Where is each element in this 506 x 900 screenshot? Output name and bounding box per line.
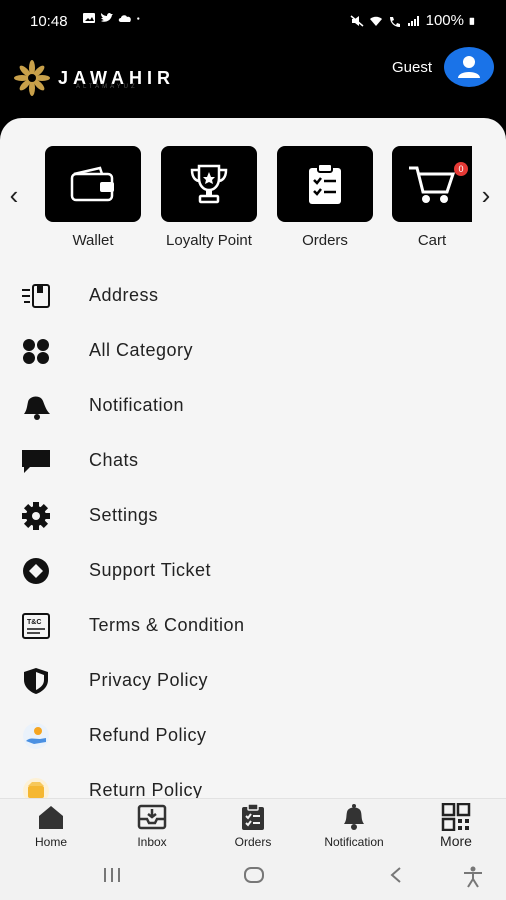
- nav-notification[interactable]: Notification: [309, 803, 399, 849]
- bell-icon: [18, 391, 54, 421]
- menu-label: Return Policy: [89, 780, 203, 798]
- address-icon: [18, 281, 54, 311]
- menu-item-chats[interactable]: Chats: [0, 433, 506, 488]
- cart-icon: [409, 166, 456, 203]
- shortcut-label: Cart: [417, 232, 447, 249]
- app-header: JAWAHIR ALTAMAYUZ Guest: [0, 44, 506, 124]
- clipboard-icon: [309, 163, 341, 204]
- user-icon: [458, 56, 480, 78]
- logo-mark-icon: [14, 60, 50, 96]
- cloud-icon: [118, 15, 131, 22]
- nav-label: More: [440, 833, 472, 849]
- return-icon: [18, 776, 54, 798]
- terms-icon: T&C: [18, 611, 54, 641]
- refund-icon: [18, 721, 54, 751]
- bell-icon: [309, 803, 399, 831]
- menu-label: Refund Policy: [89, 725, 207, 745]
- menu-item-support-ticket[interactable]: Support Ticket: [0, 543, 506, 598]
- menu-label: Support Ticket: [89, 560, 212, 580]
- menu-label: Chats: [89, 450, 139, 470]
- nav-label: Home: [34, 835, 67, 849]
- menu-item-all-category[interactable]: All Category: [0, 323, 506, 378]
- call-icon: [389, 16, 400, 27]
- nav-home[interactable]: Home: [6, 803, 96, 849]
- shortcut-cart[interactable]: 0 Cart: [392, 146, 472, 249]
- nav-orders[interactable]: Orders: [208, 803, 298, 849]
- menu-item-terms-condition[interactable]: T&C Terms & Condition: [0, 598, 506, 653]
- menu-label: Privacy Policy: [89, 670, 209, 690]
- nav-inbox[interactable]: Inbox: [107, 803, 197, 849]
- shortcut-tile: 0: [392, 146, 472, 222]
- battery-percent: 100%: [425, 12, 464, 29]
- shortcut-label: Wallet: [72, 232, 114, 249]
- back-button[interactable]: [388, 866, 404, 884]
- svg-text:T&C: T&C: [27, 619, 41, 626]
- brand-subtitle: ALTAMAYUZ: [76, 84, 138, 90]
- menu-label: Address: [89, 285, 159, 305]
- gear-icon: [18, 501, 54, 531]
- accessibility-icon[interactable]: [462, 866, 484, 888]
- twitter-icon: [101, 12, 113, 22]
- menu-item-refund-policy[interactable]: Refund Policy: [0, 708, 506, 763]
- menu-list: Address All Category Notification Chats: [0, 268, 506, 798]
- chat-icon: [18, 446, 54, 476]
- ticket-icon: [18, 556, 54, 586]
- status-right: 100%: [350, 12, 478, 29]
- wallet-icon: [70, 166, 114, 202]
- battery-icon: [469, 17, 475, 25]
- menu-item-return-policy[interactable]: Return Policy: [0, 763, 506, 798]
- home-button[interactable]: [243, 866, 265, 884]
- signal-icon: [407, 15, 419, 26]
- orders-icon: [208, 803, 298, 831]
- inbox-icon: [107, 803, 197, 831]
- avatar-button[interactable]: [444, 47, 494, 87]
- wifi-icon: [369, 16, 382, 26]
- menu-label: Settings: [89, 505, 159, 525]
- carousel-prev-button[interactable]: ‹: [2, 180, 26, 211]
- nav-label: Orders: [234, 835, 272, 849]
- nav-label: Notification: [324, 835, 384, 849]
- system-nav-bar: [0, 854, 506, 900]
- brand-logo[interactable]: JAWAHIR: [14, 60, 175, 96]
- shortcut-loyalty-point[interactable]: Loyalty Point: [161, 146, 257, 249]
- carousel-next-button[interactable]: ›: [474, 180, 498, 211]
- mute-icon: [350, 14, 364, 27]
- guest-label: Guest: [391, 59, 432, 76]
- dot-icon: [137, 17, 140, 20]
- shortcut-tile: [45, 146, 141, 222]
- shortcut-label: Loyalty Point: [166, 232, 252, 249]
- menu-item-settings[interactable]: Settings: [0, 488, 506, 543]
- menu-item-address[interactable]: Address: [0, 268, 506, 323]
- menu-label: Notification: [89, 395, 185, 415]
- home-icon: [6, 803, 96, 831]
- shortcut-label: Orders: [302, 232, 348, 249]
- gallery-icon: [83, 13, 95, 23]
- trophy-icon: [190, 164, 228, 204]
- recent-apps-button[interactable]: [102, 866, 122, 884]
- shield-icon: [18, 666, 54, 696]
- menu-item-notification[interactable]: Notification: [0, 378, 506, 433]
- status-time: 10:48: [30, 13, 68, 30]
- shortcut-tile: [161, 146, 257, 222]
- shortcut-orders[interactable]: Orders: [277, 146, 373, 249]
- menu-label: Terms & Condition: [89, 615, 245, 635]
- category-icon: [18, 336, 54, 366]
- status-notification-icons: [82, 12, 144, 24]
- nav-more[interactable]: More: [411, 803, 501, 849]
- status-bar: 10:48 100%: [0, 0, 506, 44]
- shortcut-wallet[interactable]: Wallet: [45, 146, 141, 249]
- menu-item-privacy-policy[interactable]: Privacy Policy: [0, 653, 506, 708]
- menu-label: All Category: [89, 340, 194, 360]
- bottom-nav: Home Inbox Orders Notification More: [0, 798, 506, 854]
- nav-label: Inbox: [137, 835, 167, 849]
- shortcut-carousel: ‹ Wallet Loyalty Point Orders 0 Cart ›: [0, 144, 506, 254]
- shortcut-tile: [277, 146, 373, 222]
- qr-icon: [411, 803, 501, 831]
- cart-count-badge: 0: [454, 162, 468, 176]
- more-sheet: ‹ Wallet Loyalty Point Orders 0 Cart › A…: [0, 118, 506, 798]
